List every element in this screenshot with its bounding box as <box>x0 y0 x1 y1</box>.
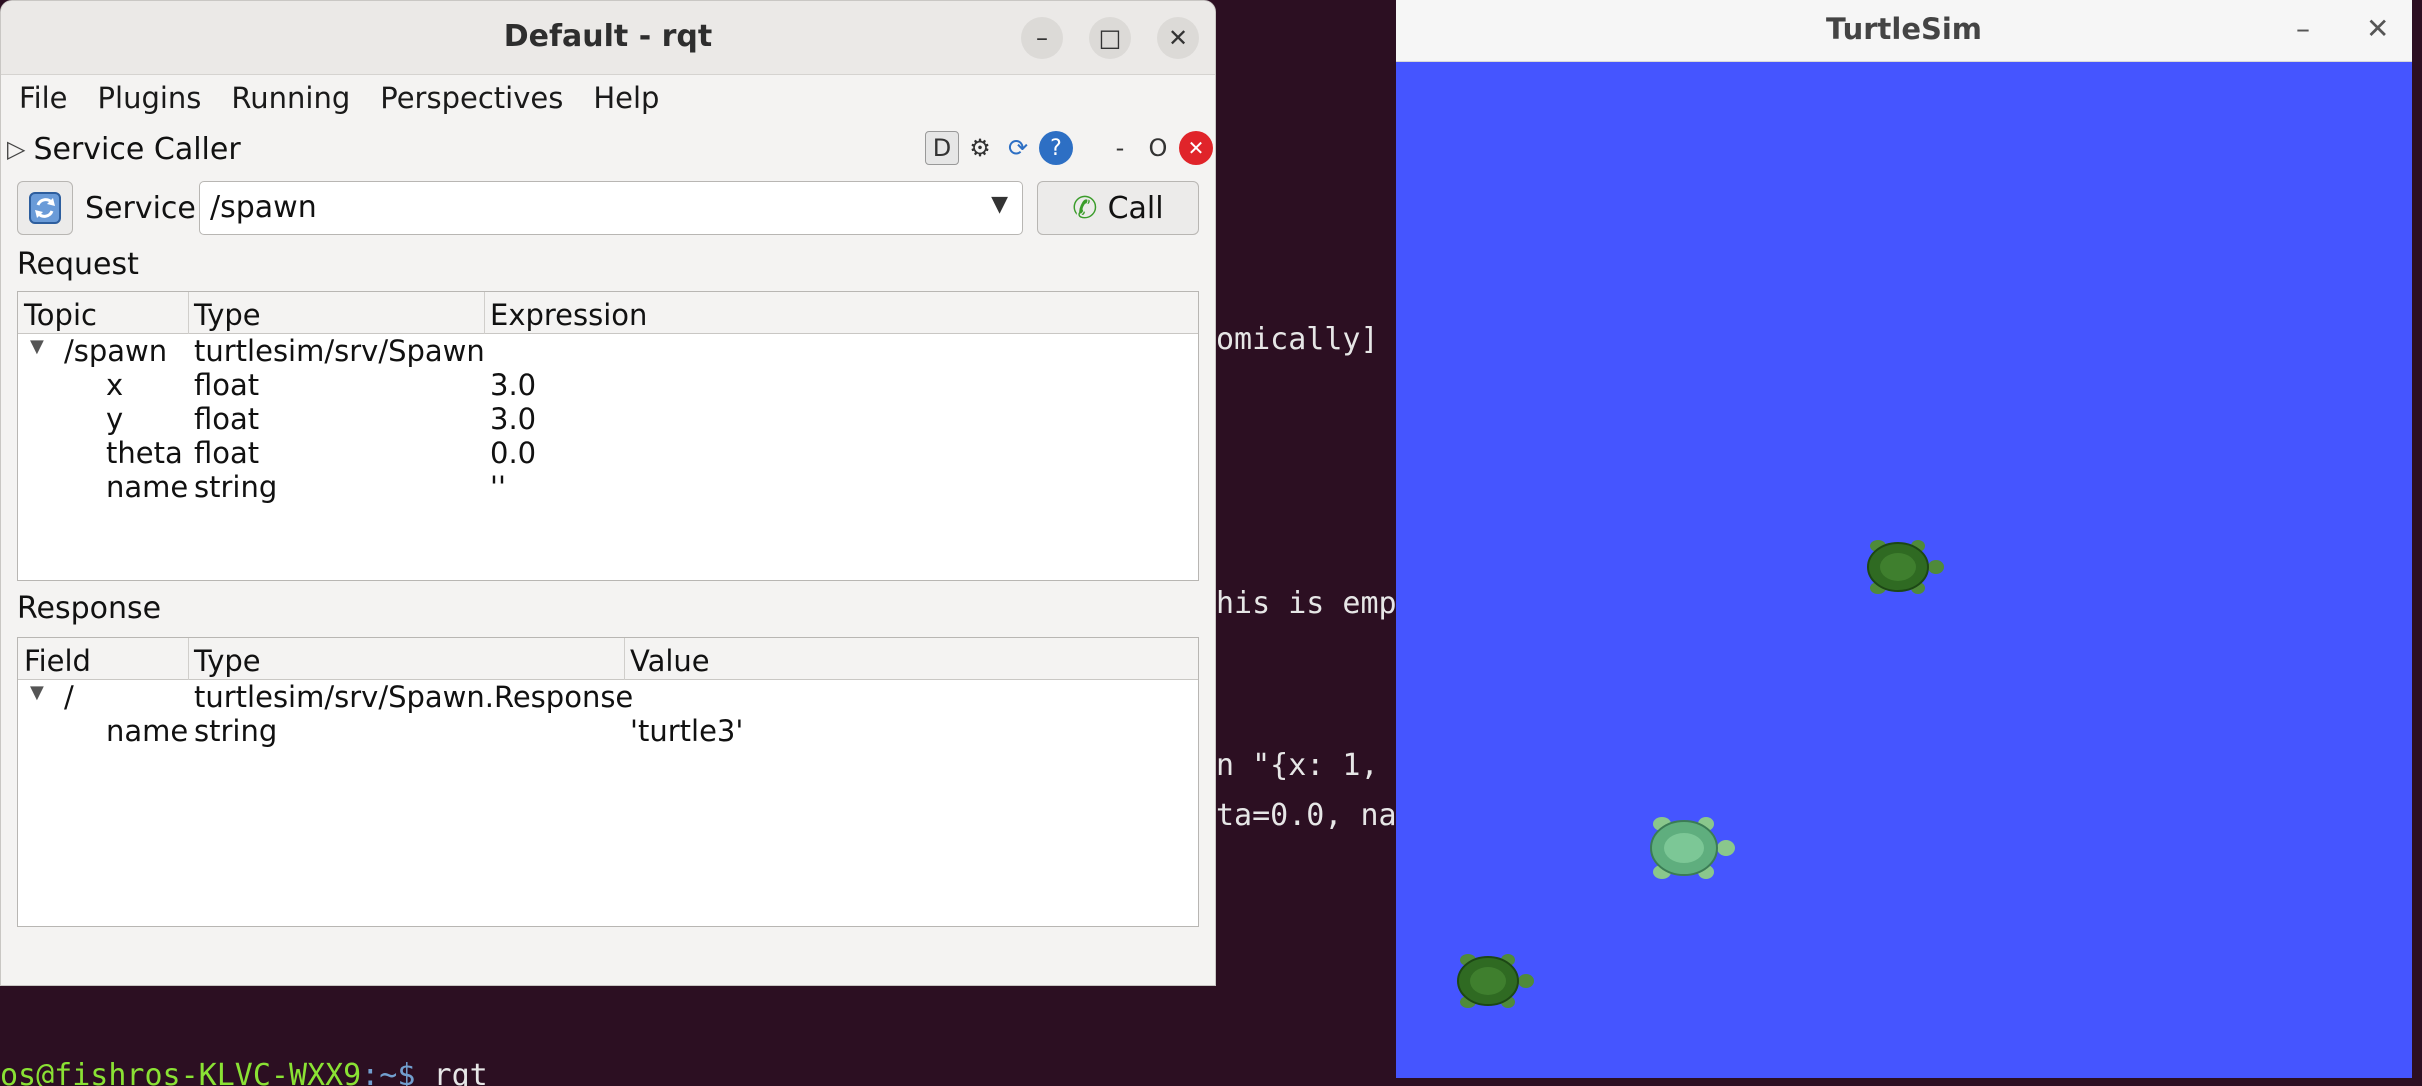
cell-type: float <box>194 436 260 470</box>
plugin-header: ▷ Service Caller D ⚙ ⟳ ? - O ✕ <box>1 125 1215 173</box>
response-table[interactable]: Field Type Value ▼ / turtlesim/srv/Spawn… <box>17 637 1199 927</box>
menu-bar: File Plugins Running Perspectives Help <box>1 75 1215 121</box>
reload-icon[interactable]: ⟳ <box>1001 131 1035 165</box>
gear-icon[interactable]: ⚙ <box>963 131 997 165</box>
collapse-arrow-icon[interactable]: ▼ <box>30 682 44 703</box>
cell-field: / <box>64 680 74 714</box>
terminal-text: ta=0.0, na <box>1216 798 1397 833</box>
menu-running[interactable]: Running <box>231 81 350 115</box>
service-value: /spawn <box>210 190 317 225</box>
column-header[interactable]: Topic <box>24 298 97 332</box>
refresh-button[interactable] <box>17 181 73 235</box>
service-row: Service /spawn ▼ ✆ Call <box>17 181 1199 235</box>
column-header[interactable]: Type <box>194 298 261 332</box>
table-row[interactable]: theta float 0.0 <box>18 436 1198 470</box>
cell-type: turtlesim/srv/Spawn.Response <box>194 680 634 714</box>
table-header: Topic Type Expression <box>18 292 1198 334</box>
minimize-plugin-button[interactable]: - <box>1103 131 1137 165</box>
plugin-title: Service Caller <box>33 131 241 167</box>
cell-field: name <box>106 714 189 748</box>
cell-expression[interactable]: 3.0 <box>490 402 536 436</box>
table-header: Field Type Value <box>18 638 1198 680</box>
menu-perspectives[interactable]: Perspectives <box>380 81 563 115</box>
turtle-icon <box>1457 954 1534 1008</box>
cell-value: 'turtle3' <box>630 714 744 748</box>
turtle-icon <box>1650 817 1735 879</box>
response-label: Response <box>17 591 162 626</box>
close-button[interactable]: ✕ <box>2366 12 2389 45</box>
service-combobox[interactable]: /spawn ▼ <box>199 181 1023 235</box>
title-bar: Default - rqt – □ ✕ <box>1 1 1215 75</box>
table-row[interactable]: name string 'turtle3' <box>18 714 1198 748</box>
float-plugin-button[interactable]: O <box>1141 131 1175 165</box>
column-header[interactable]: Field <box>24 644 91 678</box>
call-button[interactable]: ✆ Call <box>1037 181 1199 235</box>
cell-topic: theta <box>106 436 183 470</box>
cell-expression[interactable]: '' <box>490 470 506 504</box>
column-header[interactable]: Value <box>630 644 710 678</box>
table-row[interactable]: name string '' <box>18 470 1198 504</box>
refresh-icon <box>29 192 61 224</box>
close-button[interactable]: ✕ <box>1157 17 1199 59</box>
terminal-text: n "{x: 1, <box>1216 748 1379 783</box>
cell-type: string <box>194 470 278 504</box>
maximize-button[interactable]: □ <box>1089 17 1131 59</box>
terminal-text: omically] <box>1216 322 1379 357</box>
cell-type: turtlesim/srv/Spawn <box>194 334 485 368</box>
service-label: Service <box>85 191 196 226</box>
window-title: TurtleSim <box>1825 12 1983 46</box>
table-row[interactable]: x float 3.0 <box>18 368 1198 402</box>
dock-button[interactable]: D <box>925 131 959 165</box>
cell-topic: y <box>106 402 124 436</box>
terminal-prompt: os@fishros-KLVC-WXX9:~$ rqt <box>0 1058 488 1086</box>
cell-type: string <box>194 714 278 748</box>
call-label: Call <box>1107 190 1164 226</box>
cell-topic: /spawn <box>64 334 168 368</box>
menu-file[interactable]: File <box>19 81 68 115</box>
minimize-button[interactable]: – <box>1021 17 1063 59</box>
help-icon[interactable]: ? <box>1039 131 1073 165</box>
collapse-arrow-icon[interactable]: ▼ <box>30 336 44 357</box>
request-label: Request <box>17 247 139 282</box>
turtle-icon <box>1867 540 1944 594</box>
title-bar: TurtleSim – ✕ <box>1396 0 2412 62</box>
rqt-window: Default - rqt – □ ✕ File Plugins Running… <box>0 0 1216 986</box>
expand-arrow-icon[interactable]: ▷ <box>7 135 25 163</box>
turtlesim-window[interactable]: TurtleSim – ✕ <box>1396 0 2412 1078</box>
cell-topic: x <box>106 368 124 402</box>
column-header[interactable]: Type <box>194 644 261 678</box>
phone-icon: ✆ <box>1072 190 1098 226</box>
cell-topic: name <box>106 470 189 504</box>
cell-type: float <box>194 402 260 436</box>
terminal-text: his is emp <box>1216 586 1397 621</box>
table-row[interactable]: ▼ / turtlesim/srv/Spawn.Response <box>18 680 1198 714</box>
column-header[interactable]: Expression <box>490 298 647 332</box>
cell-expression[interactable]: 0.0 <box>490 436 536 470</box>
menu-plugins[interactable]: Plugins <box>98 81 202 115</box>
table-row[interactable]: ▼ /spawn turtlesim/srv/Spawn <box>18 334 1198 368</box>
table-row[interactable]: y float 3.0 <box>18 402 1198 436</box>
chevron-down-icon: ▼ <box>991 192 1008 217</box>
request-table[interactable]: Topic Type Expression ▼ /spawn turtlesim… <box>17 291 1199 581</box>
menu-help[interactable]: Help <box>593 81 659 115</box>
minimize-button[interactable]: – <box>2296 12 2310 45</box>
cell-expression[interactable]: 3.0 <box>490 368 536 402</box>
close-plugin-icon[interactable]: ✕ <box>1179 131 1213 165</box>
cell-type: float <box>194 368 260 402</box>
